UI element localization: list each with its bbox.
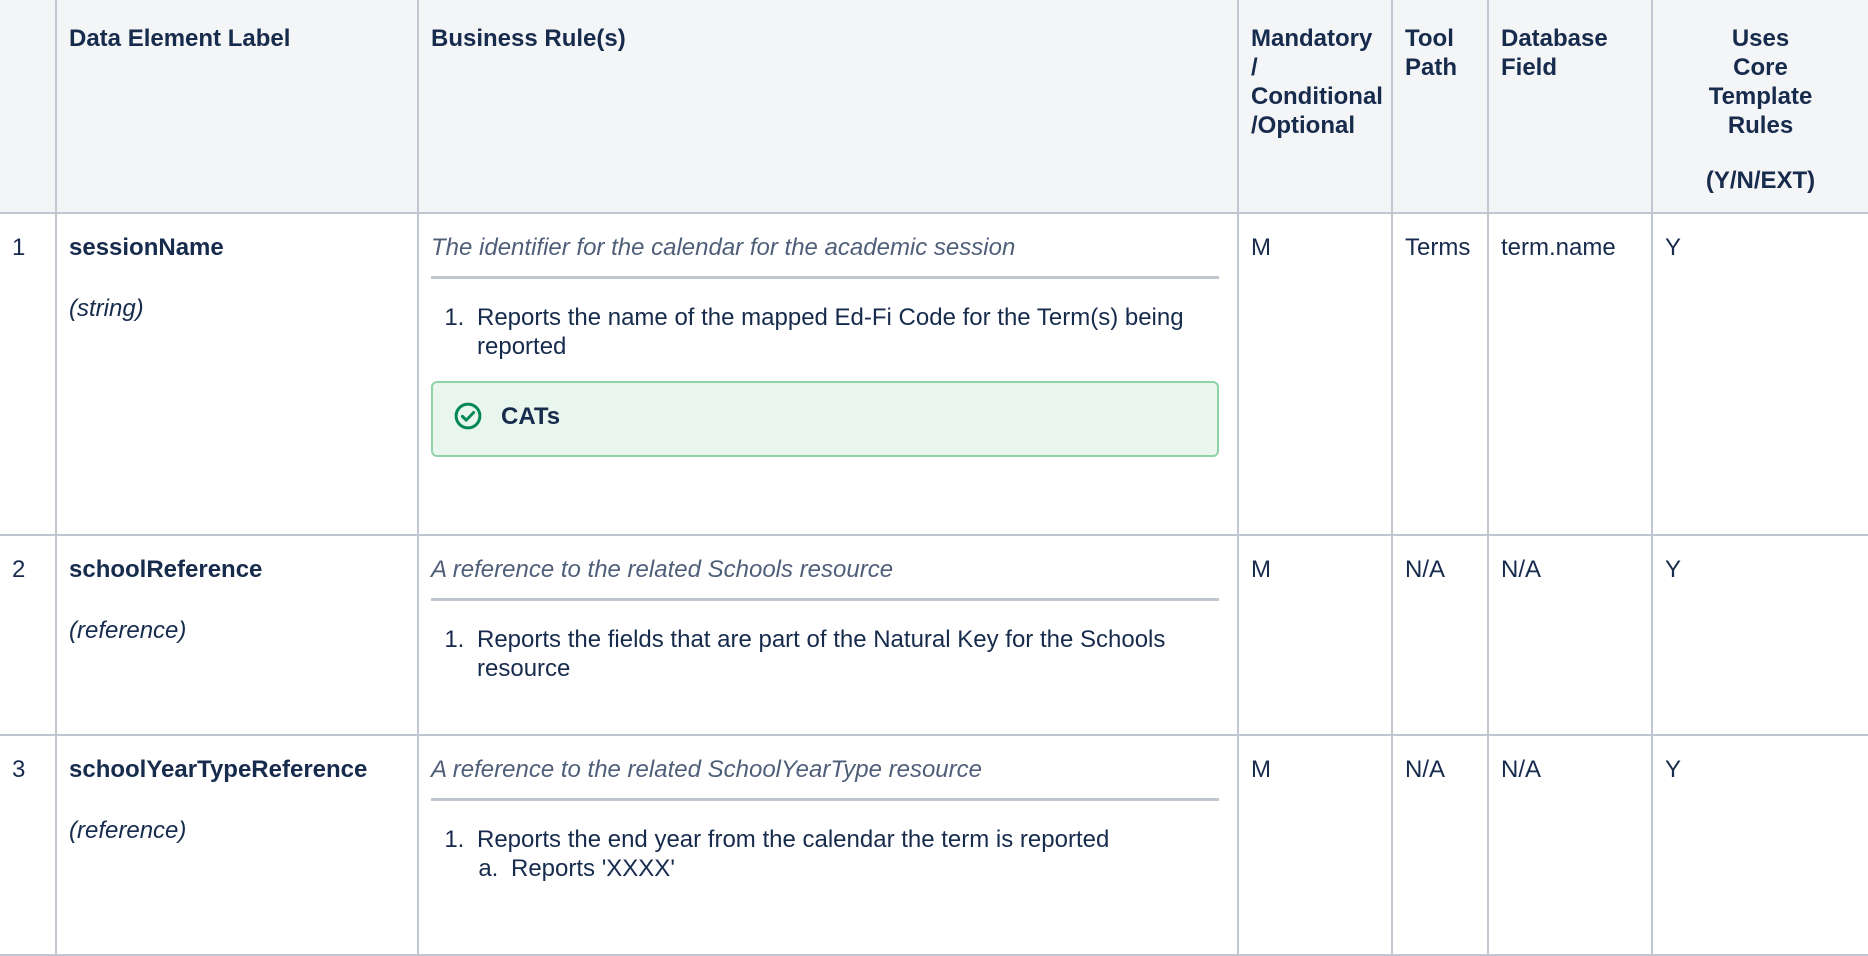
header-mandatory-line: Mandatory / [1251,25,1373,81]
business-rules-cell: The identifier for the calendar for the … [417,213,1239,536]
header-core: Uses Core Template Rules (Y/N/EXT) [1651,0,1868,214]
business-rules-cell: A reference to the related SchoolYearTyp… [417,734,1239,956]
row-number: 2 [0,534,57,736]
mandatory-cell: M [1237,213,1393,536]
rules-list: Reports the end year from the calendar t… [431,825,1225,883]
rule-item: Reports the end year from the calendar t… [471,825,1225,883]
success-panel: CATs [431,381,1219,457]
header-mandatory-line: /Optional [1251,112,1355,139]
db-field-cell: N/A [1487,534,1653,736]
rule-item: Reports the fields that are part of the … [471,625,1225,683]
header-tool-path-line: Path [1405,54,1458,81]
header-num [0,0,57,214]
header-core-line: Rules [1727,112,1794,139]
row-number: 3 [0,734,57,956]
element-name: schoolReference [69,556,263,583]
header-db-field-line: Field [1501,54,1558,81]
header-mandatory: Mandatory / Conditional /Optional [1237,0,1393,214]
header-tool-path: Tool Path [1391,0,1489,214]
element-label-cell: sessionName (string) [55,213,419,536]
element-label-cell: schoolYearTypeReference (reference) [55,734,419,956]
mandatory-cell: M [1237,534,1393,736]
tool-path-cell: Terms [1391,213,1489,536]
header-rules: Business Rule(s) [417,0,1239,214]
panel-title: CATs [501,402,561,430]
db-field-cell: term.name [1487,213,1653,536]
element-description: A reference to the related Schools resou… [431,555,1219,601]
tool-path-cell: N/A [1391,534,1489,736]
element-description: A reference to the related SchoolYearTyp… [431,755,1219,801]
core-template-cell: Y [1651,534,1868,736]
rules-list: Reports the fields that are part of the … [431,625,1225,683]
header-db-field-line: Database [1501,25,1608,52]
header-row: Data Element Label Business Rule(s) Mand… [0,0,1868,214]
rule-text: Reports the end year from the calendar t… [477,826,1110,853]
core-template-cell: Y [1651,213,1868,536]
element-type: (reference) [69,817,187,844]
header-label: Data Element Label [55,0,419,214]
mandatory-cell: M [1237,734,1393,956]
check-circle-icon [454,402,482,430]
data-element-table: Data Element Label Business Rule(s) Mand… [0,0,1868,956]
rule-item: Reports the name of the mapped Ed-Fi Cod… [471,303,1225,361]
rules-list: Reports the name of the mapped Ed-Fi Cod… [431,303,1225,361]
element-name: schoolYearTypeReference [69,756,368,783]
header-db-field: Database Field [1487,0,1653,214]
header-mandatory-line: Conditional [1251,83,1383,110]
table-row: 3 schoolYearTypeReference (reference) A … [0,734,1868,956]
db-field-cell: N/A [1487,734,1653,956]
table-row: 1 sessionName (string) The identifier fo… [0,213,1868,536]
element-label-cell: schoolReference (reference) [55,534,419,736]
header-core-line: Uses [1731,25,1790,52]
core-template-cell: Y [1651,734,1868,956]
element-type: (reference) [69,617,187,644]
element-description: The identifier for the calendar for the … [431,233,1219,279]
header-core-sub: (Y/N/EXT) [1705,167,1816,194]
element-name: sessionName [69,234,224,261]
business-rules-cell: A reference to the related Schools resou… [417,534,1239,736]
sub-rules-list: Reports 'XXXX' [477,854,1225,883]
tool-path-cell: N/A [1391,734,1489,956]
table-row: 2 schoolReference (reference) A referenc… [0,534,1868,736]
header-core-line: Core [1733,54,1788,81]
row-number: 1 [0,213,57,536]
header-tool-path-line: Tool [1405,25,1454,52]
element-type: (string) [69,295,144,322]
sub-rule-item: Reports 'XXXX' [505,854,1225,883]
header-core-line: Template [1708,83,1813,110]
